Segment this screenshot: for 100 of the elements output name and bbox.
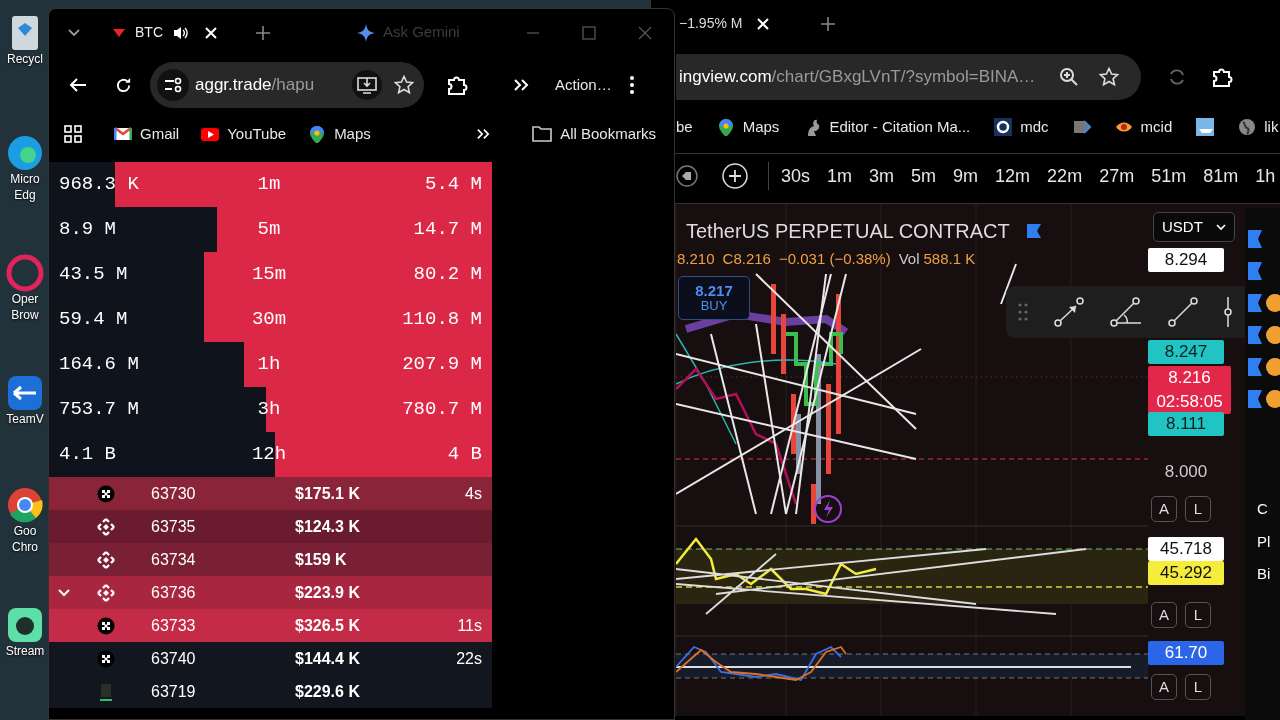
- scale-button[interactable]: A: [1151, 496, 1177, 522]
- timeframe-button[interactable]: 5m: [911, 162, 937, 190]
- bookmark[interactable]: [1072, 118, 1091, 136]
- icon-label: TeamV: [6, 412, 44, 428]
- price-label: 45.292: [1148, 561, 1224, 585]
- volume-value: 4.1 B: [59, 442, 117, 468]
- timeframe-button[interactable]: 27m: [1099, 162, 1135, 190]
- price-label: 8.294: [1148, 248, 1224, 272]
- volume-value: 14.7 M: [412, 217, 482, 243]
- bookmark[interactable]: Gmail: [114, 122, 180, 146]
- arrows-icon[interactable]: [6, 374, 44, 412]
- tab-title[interactable]: −1.95% M: [679, 13, 743, 34]
- timeframe-button[interactable]: 30s: [781, 162, 811, 190]
- double-chevron-icon[interactable]: [476, 128, 491, 140]
- plus-icon[interactable]: [820, 15, 837, 32]
- timeframe-label: 1m: [256, 172, 282, 198]
- volume-value: 780.7 M: [401, 397, 482, 423]
- timeframe-label: 5m: [256, 217, 282, 243]
- bookmark[interactable]: Maps: [308, 122, 371, 146]
- trade-price: 63735: [151, 516, 197, 537]
- apps-grid-icon[interactable]: [64, 125, 82, 143]
- all-bookmarks-button[interactable]: All Bookmarks: [532, 122, 656, 146]
- bookmark[interactable]: be: [676, 115, 693, 139]
- browser-tab[interactable]: BTC: [113, 22, 217, 43]
- coin-icon: [1266, 294, 1280, 312]
- bookmark[interactable]: YouTube: [201, 122, 287, 146]
- line-icon[interactable]: [1168, 297, 1198, 327]
- address-bar[interactable]: aggr.trade/hapu: [150, 62, 424, 108]
- flag-icon: [1248, 262, 1262, 280]
- browser-icon[interactable]: [6, 486, 44, 524]
- flag-icon[interactable]: [1025, 223, 1042, 239]
- back-icon[interactable]: [69, 77, 87, 93]
- add-icon[interactable]: [722, 163, 748, 189]
- timeframe-button[interactable]: 51m: [1151, 162, 1187, 190]
- drag-handle-icon[interactable]: [1018, 303, 1028, 321]
- zoom-icon[interactable]: [1059, 67, 1079, 87]
- trade-price: 63734: [151, 549, 197, 570]
- scale-button[interactable]: L: [1185, 674, 1211, 700]
- timeframe-button[interactable]: 22m: [1047, 162, 1083, 190]
- timeframe-label: 30m: [250, 307, 288, 333]
- puzzle-icon[interactable]: [446, 74, 468, 96]
- trend-line: [1000, 263, 1017, 305]
- flag-icon: [1248, 294, 1262, 312]
- speaker-icon[interactable]: [173, 24, 189, 41]
- icon-label: Edg: [14, 187, 36, 204]
- address-bar[interactable]: ingview.com/chart/GBxgLVnT/?symbol=BINA…: [676, 54, 1141, 100]
- timeframe-button[interactable]: 1m: [827, 162, 853, 190]
- volume-value: 164.6 M: [59, 352, 140, 378]
- bookmark[interactable]: mdc: [994, 115, 1049, 139]
- star-icon[interactable]: [1099, 67, 1119, 87]
- timeframe-button[interactable]: 9m: [953, 162, 979, 190]
- volume-value: 5.4 M: [424, 172, 482, 198]
- extension-button[interactable]: Action…: [555, 73, 612, 97]
- scale-button[interactable]: L: [1185, 496, 1211, 522]
- timeframe-button[interactable]: 3m: [869, 162, 895, 190]
- trade-time: 22s: [456, 649, 482, 667]
- flag-icon: [1248, 358, 1262, 376]
- map-pin-icon: [308, 125, 327, 143]
- lightning-icon[interactable]: [813, 494, 843, 524]
- arrow-line-icon[interactable]: [1054, 297, 1084, 327]
- timeframe-button[interactable]: 12m: [995, 162, 1031, 190]
- vertical-line-icon[interactable]: [1224, 297, 1232, 327]
- coin-icon: [1266, 390, 1280, 408]
- timeframe-button[interactable]: 1h: [1255, 162, 1276, 190]
- tag-icon[interactable]: [676, 165, 698, 187]
- scale-button[interactable]: A: [1151, 602, 1177, 628]
- map-pin-icon: [716, 118, 735, 136]
- double-chevron-icon[interactable]: [513, 78, 529, 92]
- reload-icon[interactable]: [115, 76, 132, 94]
- side-label: C: [1257, 499, 1269, 519]
- block-icon: [97, 683, 115, 702]
- site-settings-icon[interactable]: [156, 68, 190, 102]
- timeframe-button[interactable]: 81m: [1203, 162, 1239, 190]
- bookmark[interactable]: mcid: [1114, 115, 1173, 139]
- browser-icon[interactable]: [6, 134, 44, 172]
- volume-value: 110.8 M: [401, 307, 482, 333]
- install-icon[interactable]: [352, 70, 382, 100]
- chevron-down-icon[interactable]: [57, 588, 71, 599]
- price-label: 8.247: [1148, 340, 1224, 364]
- ring-icon: [994, 118, 1013, 136]
- star-icon[interactable]: [394, 75, 414, 95]
- puzzle-icon[interactable]: [1211, 66, 1233, 88]
- volume-value: 8.9 M: [59, 217, 117, 243]
- angle-icon[interactable]: [1110, 297, 1142, 327]
- bookmark[interactable]: lik: [1238, 115, 1279, 139]
- bookmark[interactable]: [1196, 118, 1215, 136]
- scale-button[interactable]: A: [1151, 674, 1177, 700]
- more-icon[interactable]: [629, 76, 634, 94]
- scale-button[interactable]: L: [1185, 602, 1211, 628]
- bookmark[interactable]: Editor - Citation Ma...: [803, 115, 971, 139]
- trade-price: 63740: [151, 648, 197, 669]
- ohlc-value: C8.216: [722, 249, 771, 269]
- sync-icon[interactable]: [1167, 67, 1187, 87]
- plus-icon[interactable]: [255, 24, 271, 41]
- chevron-down-icon[interactable]: [67, 27, 81, 38]
- camera-icon[interactable]: [6, 606, 44, 644]
- buy-button[interactable]: 8.217 BUY: [678, 276, 750, 320]
- currency-dropdown[interactable]: USDT: [1153, 212, 1235, 242]
- ohlc-value: −0.031 (−0.38%): [778, 249, 891, 269]
- bookmark[interactable]: Maps: [716, 115, 780, 139]
